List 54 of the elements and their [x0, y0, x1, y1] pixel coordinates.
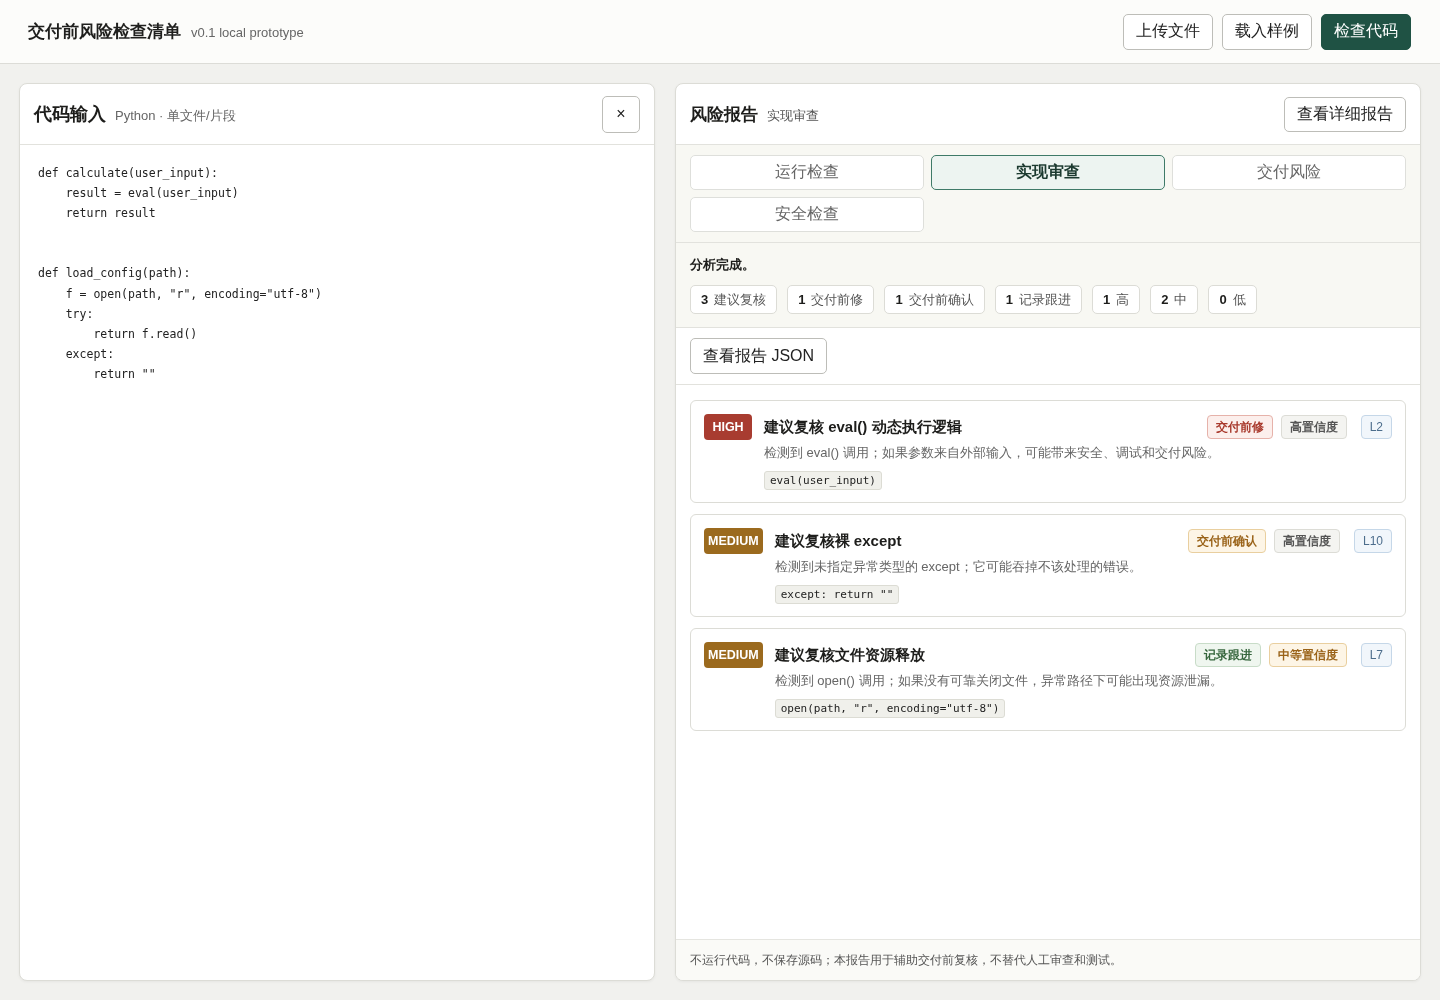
- status-text: 分析完成。: [690, 256, 756, 274]
- panel-subtitle: Python · 单文件/片段: [115, 107, 236, 125]
- summary-count: 1: [895, 292, 903, 307]
- close-button[interactable]: ×: [602, 95, 640, 133]
- severity-label: MEDIUM: [704, 642, 763, 668]
- disclaimer-text: 不运行代码，不保存源码；本报告用于辅助交付前复核，不替代人工审查和测试。: [690, 951, 1122, 969]
- summary-count: 0: [1219, 292, 1227, 307]
- action-tag: 记录跟进: [1194, 643, 1261, 667]
- finding-description: 检测到 open() 调用；如果没有可靠关闭文件，异常路径下可能出现资源泄漏。: [774, 672, 1224, 690]
- summary-label: 记录跟进: [1018, 290, 1071, 309]
- line-number-tag: L7: [1360, 643, 1392, 667]
- toolbar-button[interactable]: 上传文件: [1123, 13, 1213, 50]
- summary-label: 交付前修: [811, 290, 864, 309]
- summary-count: 1: [798, 292, 806, 307]
- summary-count: 2: [1161, 292, 1169, 307]
- summary-count: 3: [701, 292, 709, 307]
- toolbar-button[interactable]: 载入样例: [1222, 13, 1312, 50]
- view-tab[interactable]: 实现审查: [931, 155, 1165, 190]
- view-tab[interactable]: 交付风险: [1172, 155, 1406, 190]
- version-label: v0.1 local prototype: [191, 25, 304, 40]
- action-tag: 交付前修: [1206, 415, 1273, 439]
- confidence-tag: 高置信度: [1280, 415, 1347, 439]
- summary-label: 建议复核: [714, 290, 767, 309]
- confidence-tag: 高置信度: [1273, 529, 1340, 553]
- finding-title: 建议复核裸 except: [774, 531, 902, 551]
- summary-count: 1: [1102, 292, 1111, 307]
- summary-label: 高: [1116, 290, 1130, 309]
- finding-description: 检测到未指定异常类型的 except；它可能吞掉不该处理的错误。: [774, 558, 1143, 576]
- view-tab[interactable]: 安全检查: [690, 197, 924, 232]
- summary-label: 交付前确认: [908, 290, 974, 309]
- summary-label: 中: [1174, 290, 1188, 309]
- finding-description: 检测到 eval() 调用；如果参数来自外部输入，可能带来安全、调试和交付风险。: [764, 444, 1221, 462]
- line-number-tag: L2: [1360, 415, 1392, 439]
- view-tab[interactable]: 运行检查: [690, 155, 924, 190]
- action-tag: 交付前确认: [1187, 529, 1266, 553]
- panel-subtitle: 实现审查: [767, 106, 819, 125]
- summary-count: 1: [1005, 292, 1013, 307]
- code-snippet: eval(user_input): [764, 471, 882, 490]
- code-editor[interactable]: def calculate(user_input): result = eval(user_input) return result def load_config(path): f = open(path, "r", encoding="utf-8") try: return f.read() except: return "": [20, 145, 654, 980]
- detail-report-button[interactable]: 查看详细报告: [1284, 96, 1406, 132]
- confidence-tag: 中等置信度: [1268, 643, 1347, 667]
- panel-title: 代码输入: [34, 103, 106, 126]
- code-snippet: open(path, "r", encoding="utf-8"): [774, 699, 1006, 718]
- app-title: 交付前风险检查清单: [28, 21, 181, 43]
- line-number-tag: L10: [1353, 529, 1392, 553]
- code-snippet: except: return "": [774, 585, 900, 604]
- panel-title: 风险报告: [690, 103, 758, 126]
- severity-label: MEDIUM: [704, 528, 763, 554]
- summary-label: 低: [1232, 290, 1246, 309]
- finding-title: 建议复核 eval() 动态执行逻辑: [764, 417, 962, 437]
- severity-label: HIGH: [704, 414, 752, 440]
- finding-title: 建议复核文件资源释放: [774, 645, 925, 665]
- check-code-button[interactable]: 检查代码: [1321, 13, 1411, 50]
- view-json-button[interactable]: 查看报告 JSON: [690, 338, 828, 374]
